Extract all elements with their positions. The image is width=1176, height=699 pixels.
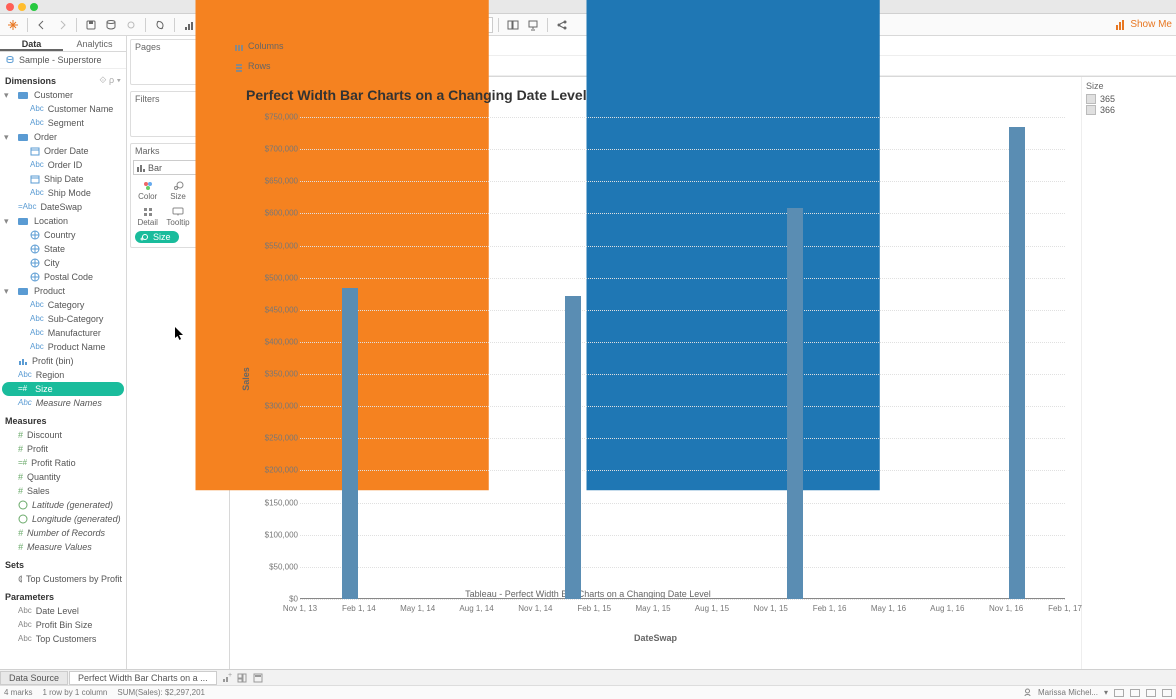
dimension-item[interactable]: Abc Region <box>0 368 126 382</box>
new-worksheet-icon[interactable]: + <box>218 672 234 684</box>
dimension-folder[interactable]: ▾Location <box>0 214 126 228</box>
measure-item[interactable]: # Measure Values <box>0 540 126 554</box>
set-item[interactable]: Top Customers by Profit <box>0 572 126 586</box>
data-pane: Data Analytics Sample - Superstore Dimen… <box>0 36 127 669</box>
measure-item[interactable]: # Discount <box>0 428 126 442</box>
measure-item[interactable]: # Profit <box>0 442 126 456</box>
dimension-item[interactable]: City <box>0 256 126 270</box>
measure-item[interactable]: # Number of Records <box>0 526 126 540</box>
tab-current-sheet[interactable]: Perfect Width Bar Charts on a ... <box>69 671 217 685</box>
status-sum: SUM(Sales): $2,297,201 <box>117 688 205 697</box>
status-user: Marissa Michel... <box>1038 688 1098 697</box>
dimension-item[interactable]: Abc Manufacturer <box>0 326 126 340</box>
status-marks: 4 marks <box>4 688 32 697</box>
dimension-item[interactable]: Abc Measure Names <box>0 396 126 410</box>
marks-size-pill[interactable]: Size <box>135 231 179 243</box>
chart-bar[interactable] <box>787 208 803 599</box>
parameter-item[interactable]: Abc Profit Bin Size <box>0 618 126 632</box>
measure-item[interactable]: # Quantity <box>0 470 126 484</box>
dimension-item-selected[interactable]: =#Size <box>2 382 124 396</box>
svg-text:+: + <box>228 672 232 679</box>
dimension-item[interactable]: Profit (bin) <box>0 354 126 368</box>
window-titlebar: Tableau - Perfect Width Bar Charts on a … <box>0 0 1176 14</box>
measure-item[interactable]: Latitude (generated) <box>0 498 126 512</box>
dimension-folder[interactable]: ▾Product <box>0 284 126 298</box>
dimension-item[interactable]: Ship Date <box>0 172 126 186</box>
dimension-item[interactable]: Abc Segment <box>0 116 126 130</box>
chart-viewport[interactable]: Perfect Width Bar Charts on a Changing D… <box>230 77 1081 669</box>
dimension-item[interactable]: Abc Ship Mode <box>0 186 126 200</box>
dimension-folder[interactable]: ▾Customer <box>0 88 126 102</box>
measure-item[interactable]: Longitude (generated) <box>0 512 126 526</box>
dimension-item[interactable]: =Abc DateSwap <box>0 200 126 214</box>
dimension-item[interactable]: Abc Customer Name <box>0 102 126 116</box>
dimension-item[interactable]: Abc Sub-Category <box>0 312 126 326</box>
parameter-item[interactable]: Abc Date Level <box>0 604 126 618</box>
new-dashboard-icon[interactable] <box>234 672 250 684</box>
chart-title: Perfect Width Bar Charts on a Changing D… <box>246 87 1071 103</box>
new-story-icon[interactable] <box>250 672 266 684</box>
chart-bar[interactable] <box>565 296 581 599</box>
tab-data-source[interactable]: Data Source <box>0 671 68 685</box>
sheet-tabs: Data Source Perfect Width Bar Charts on … <box>0 669 1176 685</box>
status-rowcol: 1 row by 1 column <box>42 688 107 697</box>
chart-bar[interactable] <box>342 288 358 599</box>
chart-bar[interactable] <box>1009 127 1025 599</box>
status-bar: 4 marks 1 row by 1 column SUM(Sales): $2… <box>0 685 1176 699</box>
dimension-item[interactable]: Country <box>0 228 126 242</box>
y-axis-label: Sales <box>241 367 251 391</box>
dimension-item[interactable]: Postal Code <box>0 270 126 284</box>
parameter-item[interactable]: Abc Top Customers <box>0 632 126 646</box>
dimension-item[interactable]: State <box>0 242 126 256</box>
dimension-item[interactable]: Abc Order ID <box>0 158 126 172</box>
measure-item[interactable]: =# Profit Ratio <box>0 456 126 470</box>
dimension-item[interactable]: Abc Category <box>0 298 126 312</box>
dimension-item[interactable]: Order Date <box>0 144 126 158</box>
dimension-folder[interactable]: ▾Order <box>0 130 126 144</box>
dimension-item[interactable]: Abc Product Name <box>0 340 126 354</box>
measure-item[interactable]: # Sales <box>0 484 126 498</box>
